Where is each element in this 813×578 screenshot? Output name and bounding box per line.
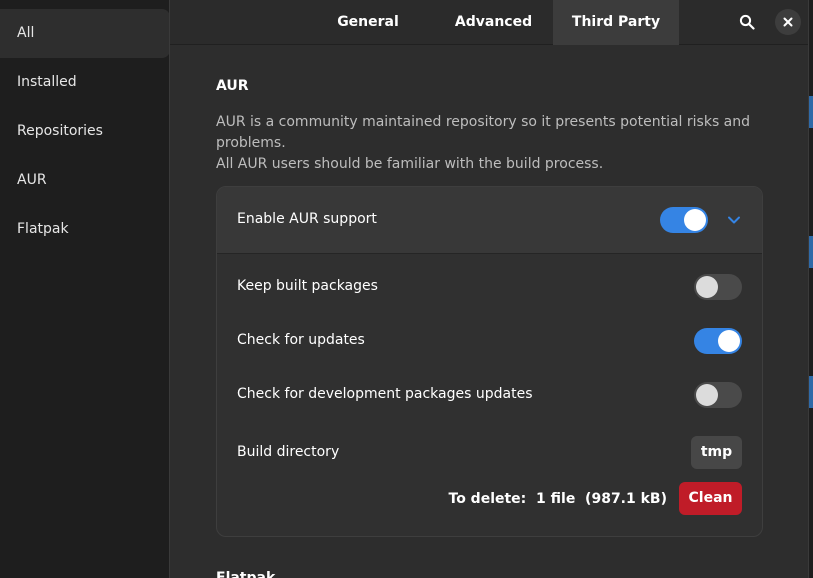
chevron-down-icon[interactable]	[726, 212, 742, 228]
switch-knob	[684, 209, 706, 231]
check-updates-switch[interactable]	[694, 328, 742, 354]
check-updates-label: Check for updates	[237, 332, 365, 348]
switch-knob	[718, 330, 740, 352]
sidebar-item-all[interactable]: All	[0, 9, 170, 58]
tab-third-party[interactable]: Third Party	[553, 0, 679, 45]
sidebar-item-label: Installed	[17, 74, 77, 90]
check-dev-updates-label: Check for development packages updates	[237, 386, 533, 402]
sidebar-item-label: AUR	[17, 172, 47, 188]
headerbar: General Advanced Third Party	[170, 0, 808, 45]
close-button[interactable]	[775, 9, 801, 35]
build-directory-button[interactable]: tmp	[691, 436, 742, 469]
sidebar-item-flatpak[interactable]: Flatpak	[0, 205, 170, 254]
to-delete-info: To delete: 1 file (987.1 kB)	[448, 491, 668, 507]
sidebar-item-repositories[interactable]: Repositories	[0, 107, 170, 156]
sidebar-item-label: All	[17, 25, 35, 41]
preferences-dialog: General Advanced Third Party AUR AUR is …	[169, 0, 809, 578]
enable-aur-label: Enable AUR support	[237, 211, 377, 227]
clean-button[interactable]: Clean	[679, 482, 742, 515]
switch-knob	[696, 276, 718, 298]
search-icon	[739, 14, 755, 30]
sidebar-item-label: Flatpak	[17, 221, 69, 237]
tab-advanced[interactable]: Advanced	[443, 0, 544, 45]
tab-label: Third Party	[571, 14, 661, 30]
keep-built-switch[interactable]	[694, 274, 742, 300]
enable-aur-row[interactable]: Enable AUR support	[217, 187, 762, 254]
tab-label: General	[337, 14, 399, 30]
aur-description-line: AUR is a community maintained repository…	[216, 114, 751, 151]
keep-built-label: Keep built packages	[237, 278, 378, 294]
close-icon	[783, 17, 793, 27]
tab-label: Advanced	[454, 14, 533, 30]
preferences-content[interactable]: AUR AUR is a community maintained reposi…	[170, 46, 808, 578]
sidebar-item-label: Repositories	[17, 123, 103, 139]
search-button[interactable]	[734, 9, 760, 35]
enable-aur-switch[interactable]	[660, 207, 708, 233]
tab-general[interactable]: General	[321, 0, 415, 45]
build-directory-label: Build directory	[237, 444, 340, 460]
switch-knob	[696, 384, 718, 406]
aur-section-title: AUR	[216, 78, 249, 94]
check-dev-updates-switch[interactable]	[694, 382, 742, 408]
aur-settings-card: Enable AUR support Keep built packages C…	[216, 186, 763, 537]
sidebar-item-aur[interactable]: AUR	[0, 156, 170, 205]
aur-description-line: All AUR users should be familiar with th…	[216, 156, 604, 172]
flatpak-section-title-partial: Flatpak	[216, 570, 276, 578]
sidebar-item-installed[interactable]: Installed	[0, 58, 170, 107]
sidebar: All Installed Repositories AUR Flatpak	[0, 0, 170, 578]
aur-description: AUR is a community maintained repository…	[216, 112, 756, 175]
